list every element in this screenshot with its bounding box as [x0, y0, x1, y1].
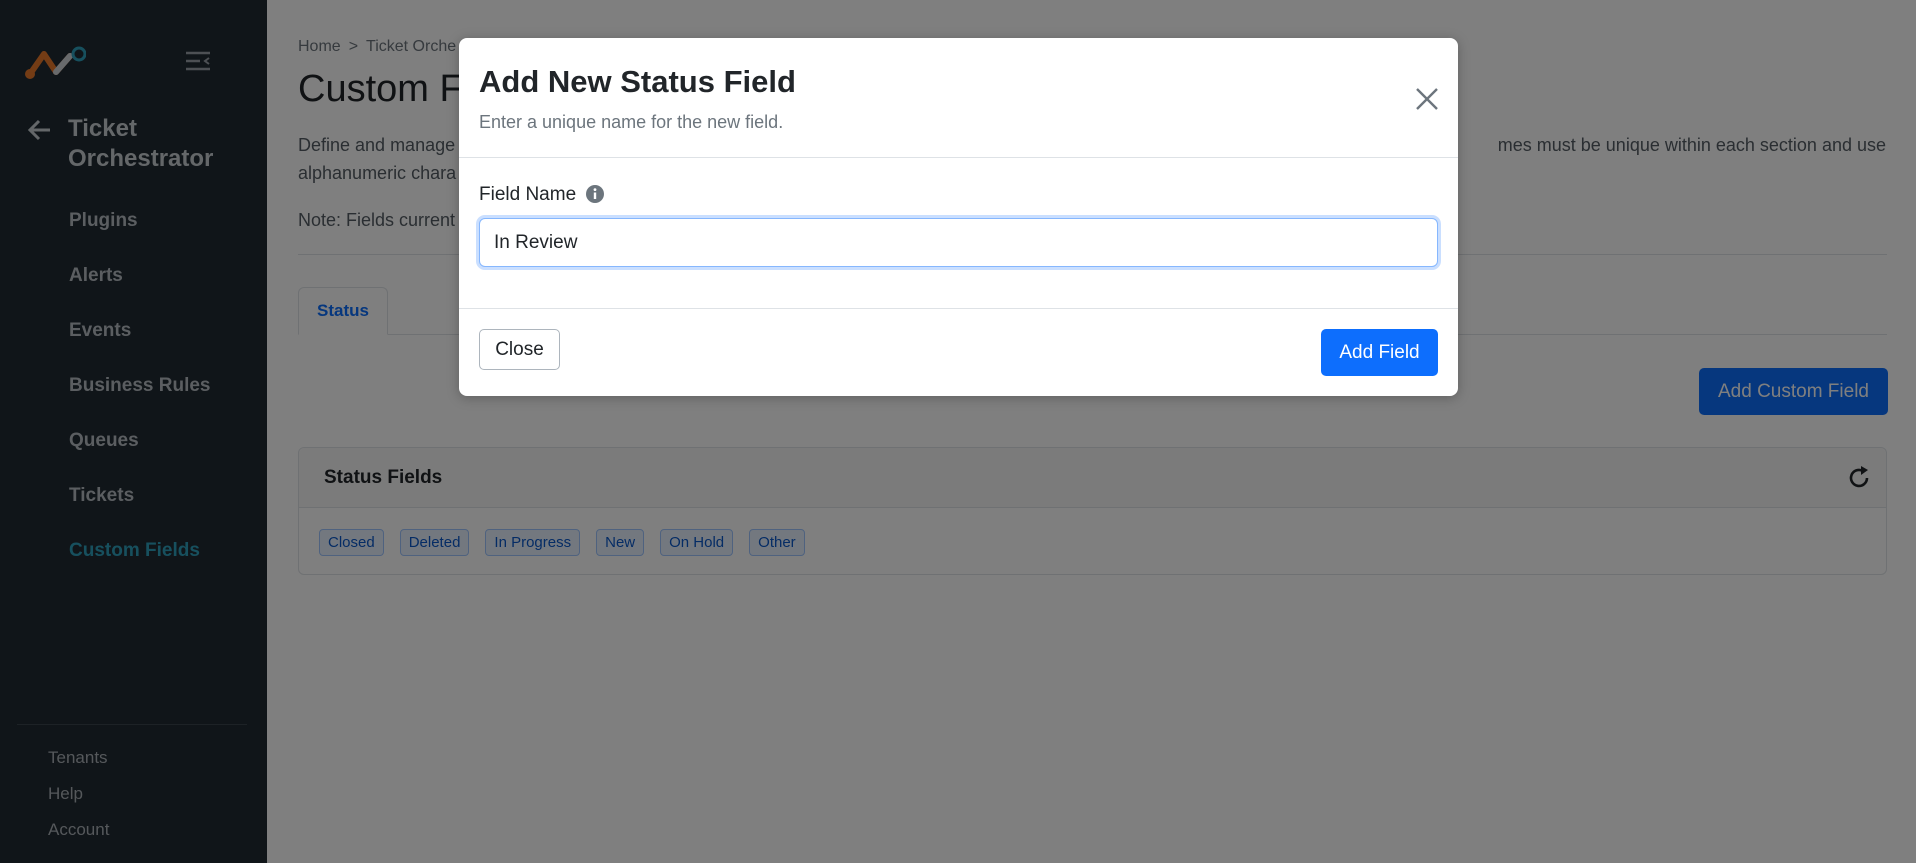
info-icon[interactable] — [585, 184, 605, 204]
close-button[interactable]: Close — [479, 329, 560, 370]
add-field-button[interactable]: Add Field — [1321, 329, 1438, 376]
close-icon[interactable] — [1413, 85, 1441, 113]
add-status-field-modal: Add New Status Field Enter a unique name… — [459, 38, 1458, 396]
modal-subtitle: Enter a unique name for the new field. — [479, 112, 784, 132]
modal-header-divider — [459, 157, 1458, 158]
field-name-input[interactable] — [479, 218, 1438, 267]
modal-title: Add New Status Field — [479, 64, 796, 99]
field-name-label: Field Name — [479, 184, 577, 205]
modal-footer-divider — [459, 308, 1458, 309]
